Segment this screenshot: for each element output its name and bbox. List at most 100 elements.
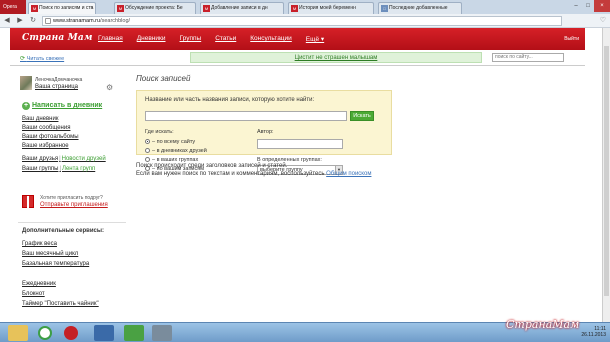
refresh-arrow-icon: ⟳ — [20, 56, 27, 62]
site-info-icon — [45, 18, 51, 24]
window-controls: – □ × — [570, 0, 610, 12]
tab-bar: Opera M Поиск по записям и ста × M Обсуж… — [0, 0, 610, 14]
url-path: /searchblog/ — [100, 18, 131, 24]
sidebar-friends-row: Ваши друзья|Новости друзей — [22, 156, 106, 162]
service-cycle[interactable]: Ваш месячный цикл — [22, 251, 78, 257]
main-nav: Главная Дневники Группы Статьи Консульта… — [98, 35, 324, 43]
url-field[interactable]: www.stranamam.ru/searchblog/ — [42, 16, 562, 26]
close-window-icon[interactable]: × — [594, 0, 610, 12]
file-explorer-icon[interactable] — [8, 325, 28, 341]
read-fresh-label: Читать свежее — [26, 56, 65, 62]
radio-checked-icon — [145, 139, 150, 145]
radio-label: – по всему сайту — [152, 139, 196, 145]
scroll-thumb[interactable] — [604, 46, 609, 296]
tab-label: Добавление записи в дн — [211, 5, 268, 11]
write-diary-label: Написать в дневник — [32, 102, 103, 109]
system-clock[interactable]: 11:11 26.11.2013 — [581, 326, 606, 338]
send-invites-link[interactable]: Отправьте приглашения — [40, 202, 108, 208]
nav-home[interactable]: Главная — [98, 35, 123, 43]
sidebar-link-friends-news[interactable]: Новости друзей — [62, 156, 106, 162]
tab-discussion[interactable]: M Обсуждение проекта: Бе — [114, 2, 196, 14]
service-basal-temp[interactable]: Базальная температура — [22, 261, 89, 267]
service-weight-chart[interactable]: График веса — [22, 241, 57, 247]
sidebar-link-groups[interactable]: Ваши группы — [22, 166, 58, 172]
close-tab-icon[interactable]: × — [90, 3, 93, 14]
sidebar-link-favorites[interactable]: Ваше избранное — [22, 143, 69, 149]
tab-history[interactable]: M История моей беременн — [288, 2, 374, 14]
separator: | — [59, 166, 62, 172]
site-header: Страна Мам Главная Дневники Группы Стать… — [10, 28, 585, 50]
browser-window: Opera M Поиск по записям и ста × M Обсуж… — [0, 0, 610, 342]
tab-label: Поиск по записям и ста — [39, 5, 94, 11]
tab-label: Обсуждение проекта: Бе — [125, 5, 183, 11]
search-label: Название или часть названия записи, кото… — [145, 97, 315, 103]
gift-icon — [22, 195, 34, 209]
sidebar-link-groups-feed[interactable]: Лента групп — [62, 166, 95, 172]
tab-label: История моей беременн — [299, 5, 356, 11]
page-title: Поиск записей — [136, 74, 191, 83]
search-note: Поиск происходит среди заголовков записе… — [136, 162, 371, 178]
maximize-icon[interactable]: □ — [582, 0, 594, 12]
clock-date: 26.11.2013 — [581, 332, 606, 338]
stranamam-favicon-icon: M — [203, 5, 210, 12]
author-input[interactable] — [257, 139, 343, 149]
opera-icon[interactable] — [64, 326, 78, 340]
general-search-link[interactable]: Общим поиском — [326, 171, 371, 177]
search-input[interactable] — [145, 111, 347, 121]
opera-menu-button[interactable]: Opera — [0, 0, 26, 14]
radio-friends-diaries[interactable]: – в дневниках друзей — [145, 148, 207, 154]
note-text: Если вам нужен поиск по текстам и коммен… — [136, 171, 325, 177]
media-player-icon[interactable] — [94, 325, 114, 341]
minimize-icon[interactable]: – — [570, 0, 582, 12]
site-search-input[interactable]: поиск по сайту... — [492, 53, 564, 62]
page-scrollbar[interactable] — [602, 28, 610, 322]
note-line-1: Поиск происходит среди заголовков записе… — [136, 163, 288, 169]
sidebar-link-messages[interactable]: Ваши сообщения — [22, 125, 70, 131]
nav-more[interactable]: Ещё ▾ — [306, 35, 324, 43]
note-line-2: Если вам нужен поиск по текстам и коммен… — [136, 170, 371, 178]
nav-consultations[interactable]: Консультации — [250, 35, 292, 43]
tab-label: Последние добавленные — [389, 5, 448, 11]
chrome-icon[interactable] — [38, 326, 52, 340]
services-title: Дополнительные сервисы: — [22, 228, 104, 234]
radio-whole-site[interactable]: – по всему сайту — [145, 139, 195, 145]
logout-link[interactable]: Выйти — [564, 36, 579, 42]
torrent-icon[interactable] — [124, 325, 144, 341]
sidebar-link-albums[interactable]: Ваши фотоальбомы — [22, 134, 79, 140]
back-icon[interactable]: ◀ — [2, 16, 12, 26]
gear-icon[interactable]: ⚙ — [106, 83, 113, 92]
read-fresh-link[interactable]: ⟳ Читать свежее — [20, 55, 64, 62]
nav-articles[interactable]: Статьи — [215, 35, 236, 43]
nav-diaries[interactable]: Дневники — [137, 35, 166, 43]
search-button[interactable]: Искать — [350, 111, 374, 121]
nav-groups[interactable]: Группы — [180, 35, 202, 43]
tab-add-entry[interactable]: M Добавление записи в дн — [200, 2, 284, 14]
tab-latest[interactable]: □ Последние добавленные — [378, 2, 462, 14]
url-domain: www.stranamam.ru — [53, 18, 101, 24]
avatar[interactable] — [20, 76, 32, 90]
sidebar-groups-row: Ваши группы|Лента групп — [22, 166, 95, 172]
forward-icon[interactable]: ▶ — [15, 16, 25, 26]
service-planner[interactable]: Ежедневник — [22, 281, 56, 287]
service-kettle-timer[interactable]: Таймер "Поставить чайник" — [22, 301, 99, 307]
stranamam-favicon-icon: M — [31, 5, 38, 12]
app-icon[interactable] — [152, 325, 172, 341]
site-logo[interactable]: Страна Мам — [22, 33, 93, 43]
service-notepad[interactable]: Блокнот — [22, 291, 45, 297]
user-box: ЛеночкаДомчаночка Ваша страница ⚙ — [18, 74, 126, 94]
promo-banner[interactable]: Цистит не страшен малышам — [190, 52, 482, 63]
write-diary-link[interactable]: + Написать в дневник — [22, 102, 102, 110]
stranamam-favicon-icon: M — [291, 5, 298, 12]
where-label: Где искать: — [145, 129, 174, 135]
radio-icon — [145, 148, 150, 154]
watermark-logo: СтранаМам — [506, 318, 580, 331]
my-page-link[interactable]: Ваша страница — [35, 84, 78, 90]
sidebar-link-friends[interactable]: Ваши друзья — [22, 156, 58, 162]
stranamam-favicon-icon: M — [117, 5, 124, 12]
address-bar: ◀ ▶ ↻ www.stranamam.ru/searchblog/ ♡ — [0, 14, 610, 28]
sidebar-link-diary[interactable]: Ваш дневник — [22, 116, 58, 122]
reload-icon[interactable]: ↻ — [28, 16, 38, 26]
bookmark-icon[interactable]: ♡ — [600, 16, 606, 24]
plus-icon: + — [22, 102, 30, 110]
tab-search[interactable]: M Поиск по записям и ста × — [28, 2, 96, 14]
